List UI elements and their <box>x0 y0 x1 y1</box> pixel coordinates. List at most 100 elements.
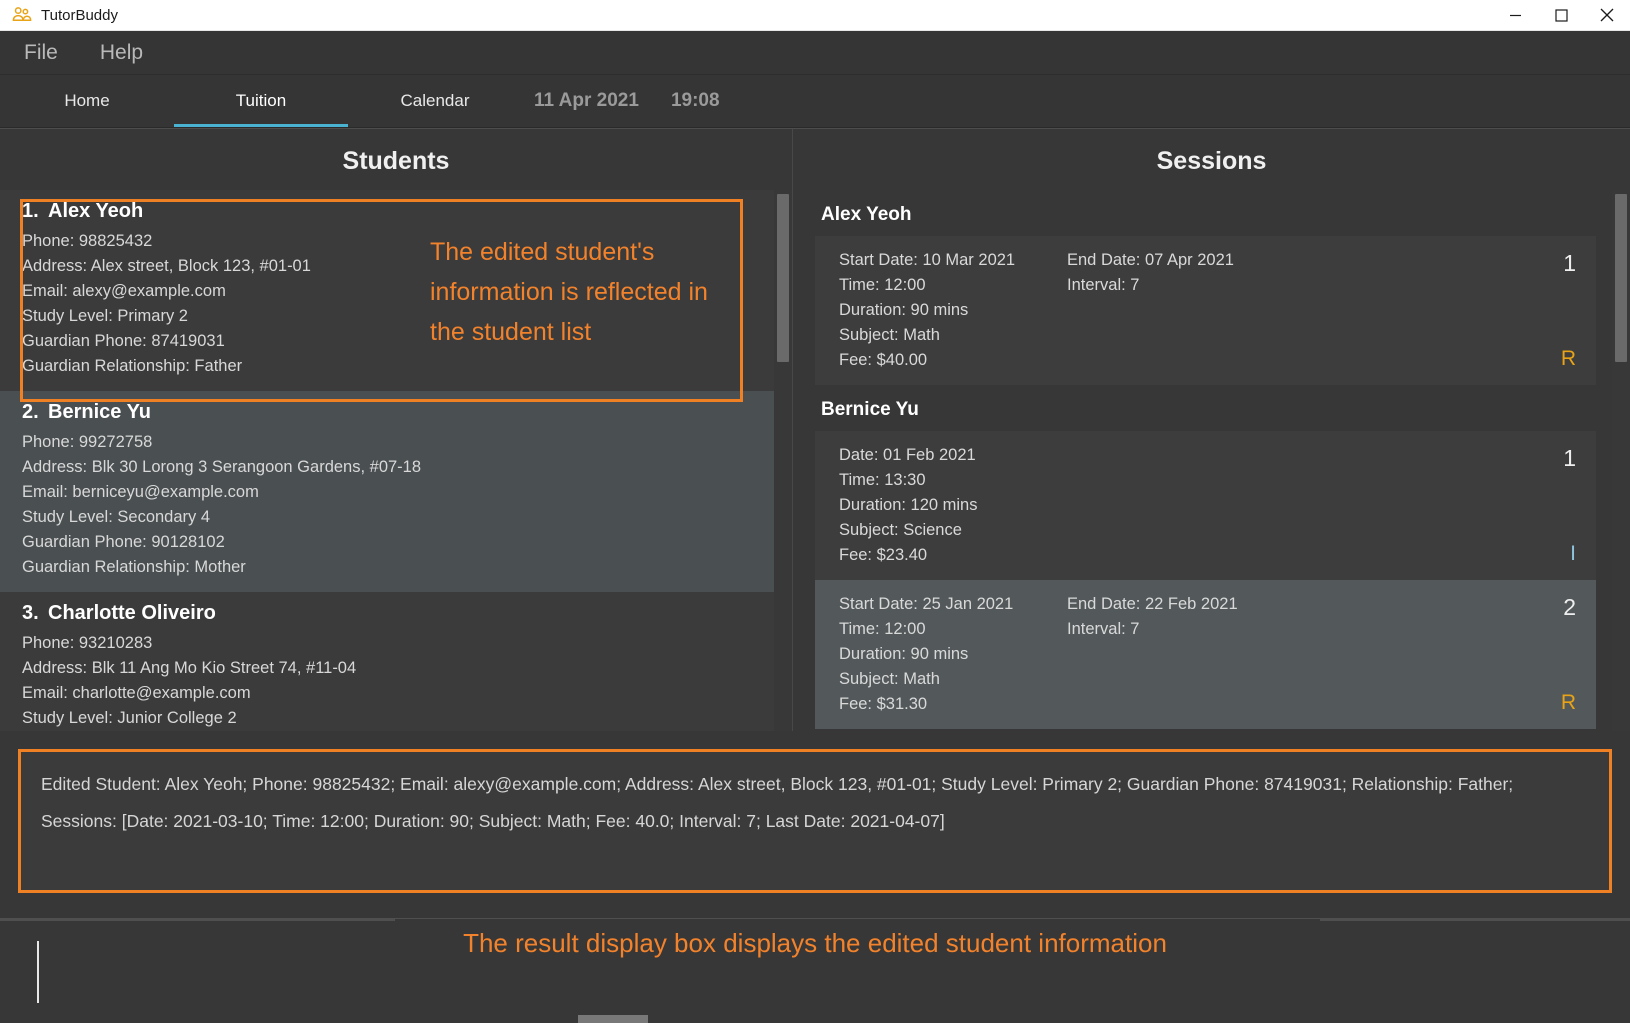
student-name: 2. Bernice Yu <box>22 401 774 424</box>
session-count-badge: 2 <box>1563 594 1576 620</box>
session-detail-line: Time: 12:00 <box>839 276 926 294</box>
session-type-badge: R <box>1560 347 1576 370</box>
session-detail-line: Subject: Math <box>839 670 940 688</box>
title-bar: TutorBuddy <box>0 0 1630 31</box>
sessions-list[interactable]: Alex Yeoh Start Date: 10 Mar 2021 Time: 12… <box>793 190 1612 731</box>
sessions-scrollbar-thumb[interactable] <box>1615 194 1627 362</box>
app-title: TutorBuddy <box>41 6 118 24</box>
session-detail-line: Duration: 120 mins <box>839 496 978 514</box>
session-group-student-name: Alex Yeoh <box>821 204 912 225</box>
close-icon[interactable] <box>1584 0 1630 31</box>
student-card[interactable]: 2. Bernice Yu Phone: 99272758 Address: Blk … <box>0 391 774 592</box>
footer-bar <box>0 918 1630 1023</box>
tab-home[interactable]: Home <box>0 75 174 127</box>
students-scrollbar[interactable] <box>774 190 792 731</box>
minimize-icon[interactable] <box>1492 0 1538 31</box>
window-controls <box>1492 0 1630 31</box>
clock-time: 19:08 <box>670 90 720 111</box>
students-scrollbar-thumb[interactable] <box>777 194 789 362</box>
clock-date: 11 Apr 2021 <box>534 90 639 111</box>
session-detail-line: Duration: 90 mins <box>839 301 969 319</box>
student-detail-line: Guardian Phone: 87419031 <box>22 332 225 350</box>
session-badges: 2R <box>1514 592 1580 717</box>
sessions-list-region: Alex Yeoh Start Date: 10 Mar 2021 Time: 12… <box>793 190 1630 731</box>
student-detail-line: Phone: 99272758 <box>22 433 153 451</box>
maximize-icon[interactable] <box>1538 0 1584 31</box>
student-detail-line: Study Level: Junior College 2 <box>22 709 237 727</box>
student-detail-line: Email: alexy@example.com <box>22 282 226 300</box>
student-detail-line: Address: Blk 30 Lorong 3 Serangoon Garde… <box>22 458 422 476</box>
student-detail-line: Address: Blk 11 Ang Mo Kio Street 74, #1… <box>22 659 357 677</box>
session-card[interactable]: Date: 01 Feb 2021 Time: 13:30 Duration: 12… <box>815 431 1596 580</box>
session-detail-line: Subject: Math <box>839 326 940 344</box>
student-detail-line: Phone: 98825432 <box>22 232 153 250</box>
student-detail-line: Guardian Relationship: Mother <box>22 558 246 576</box>
session-detail-line: Fee: $23.40 <box>839 546 928 564</box>
session-detail-line: Time: 12:00 <box>839 620 926 638</box>
session-count-badge: 1 <box>1563 445 1576 471</box>
session-detail-line: End Date: 07 Apr 2021 <box>1067 251 1234 269</box>
session-detail-line: Date: 01 Feb 2021 <box>839 446 976 464</box>
student-detail-line: Email: berniceyu@example.com <box>22 483 259 501</box>
footer-text-caret <box>37 941 39 1003</box>
student-detail-line: Phone: 93210283 <box>22 634 153 652</box>
clock: 11 Apr 2021 19:08 <box>534 75 720 127</box>
menu-file[interactable]: File <box>18 39 64 67</box>
session-detail-line: Time: 13:30 <box>839 471 926 489</box>
session-group-student-name: Bernice Yu <box>821 399 919 420</box>
student-card[interactable]: 3. Charlotte Oliveiro Phone: 93210283 Addre… <box>0 592 774 731</box>
session-type-badge: I <box>1570 542 1576 565</box>
session-card[interactable]: Start Date: 25 Jan 2021 Time: 12:00 Durati… <box>815 580 1596 729</box>
student-name: 3. Charlotte Oliveiro <box>22 602 774 625</box>
panes: Students 1. Alex Yeoh Phone: 98825432 Addre… <box>0 129 1630 731</box>
student-detail-line: Guardian Phone: 90128102 <box>22 533 225 551</box>
session-detail-line: Fee: $31.30 <box>839 695 928 713</box>
session-count-badge: 1 <box>1563 250 1576 276</box>
footer-handle[interactable] <box>578 1015 648 1023</box>
session-type-badge: R <box>1560 691 1576 714</box>
student-name-text: Charlotte Oliveiro <box>48 602 216 624</box>
session-column-primary: Start Date: 25 Jan 2021 Time: 12:00 Durati… <box>839 592 1067 717</box>
students-panel-title: Students <box>342 147 450 175</box>
result-display-text: Edited Student: Alex Yeoh; Phone: 988254… <box>41 774 1514 831</box>
session-detail-line: Subject: Science <box>839 521 962 539</box>
sessions-scrollbar[interactable] <box>1612 190 1630 731</box>
session-card[interactable]: Start Date: 10 Mar 2021 Time: 12:00 Durati… <box>815 236 1596 385</box>
students-list-region: 1. Alex Yeoh Phone: 98825432 Address: Alex … <box>0 190 792 731</box>
session-detail-line: Start Date: 25 Jan 2021 <box>839 595 1014 613</box>
session-column-secondary: End Date: 22 Feb 2021 Interval: 7 <box>1067 592 1514 717</box>
session-detail-line: Interval: 7 <box>1067 276 1140 294</box>
menu-bar: File Help <box>0 31 1630 75</box>
session-badges: 1I <box>1514 443 1580 568</box>
tab-bar: Home Tuition Calendar 11 Apr 2021 19:08 <box>0 75 1630 128</box>
session-column-primary: Start Date: 10 Mar 2021 Time: 12:00 Durati… <box>839 248 1067 373</box>
student-index: 2. <box>22 401 39 423</box>
app-window: TutorBuddy File Help Home Tuition Calend… <box>0 0 1630 1023</box>
student-detail-line: Address: Alex street, Block 123, #01-01 <box>22 257 311 275</box>
tab-calendar[interactable]: Calendar <box>348 75 522 127</box>
menu-help[interactable]: Help <box>94 39 149 67</box>
footer-divider-right <box>1320 919 1630 921</box>
student-detail-line: Email: charlotte@example.com <box>22 684 251 702</box>
student-name-text: Bernice Yu <box>48 401 152 423</box>
result-display-box: Edited Student: Alex Yeoh; Phone: 988254… <box>18 749 1612 893</box>
session-detail-columns: Start Date: 25 Jan 2021 Time: 12:00 Durati… <box>839 592 1514 717</box>
session-column-secondary: End Date: 07 Apr 2021 Interval: 7 <box>1067 248 1514 373</box>
session-detail-line: Fee: $40.00 <box>839 351 928 369</box>
student-detail-line: Guardian Relationship: Father <box>22 357 243 375</box>
students-pane: Students 1. Alex Yeoh Phone: 98825432 Addre… <box>0 129 793 731</box>
student-detail-line: Study Level: Primary 2 <box>22 307 188 325</box>
people-group-icon <box>12 5 32 25</box>
student-card[interactable]: 1. Alex Yeoh Phone: 98825432 Address: Alex … <box>0 190 774 391</box>
sessions-pane: Sessions Alex Yeoh Start Date: 10 Mar 202… <box>793 129 1630 731</box>
student-name: 1. Alex Yeoh <box>22 200 774 223</box>
students-list[interactable]: 1. Alex Yeoh Phone: 98825432 Address: Alex … <box>0 190 774 731</box>
student-index: 3. <box>22 602 39 624</box>
result-region: Edited Student: Alex Yeoh; Phone: 988254… <box>0 731 1630 918</box>
student-index: 1. <box>22 200 39 222</box>
student-detail-line: Study Level: Secondary 4 <box>22 508 211 526</box>
footer-divider-left <box>0 919 395 921</box>
student-name-text: Alex Yeoh <box>48 200 144 222</box>
session-detail-line: Start Date: 10 Mar 2021 <box>839 251 1016 269</box>
tab-tuition[interactable]: Tuition <box>174 75 348 127</box>
